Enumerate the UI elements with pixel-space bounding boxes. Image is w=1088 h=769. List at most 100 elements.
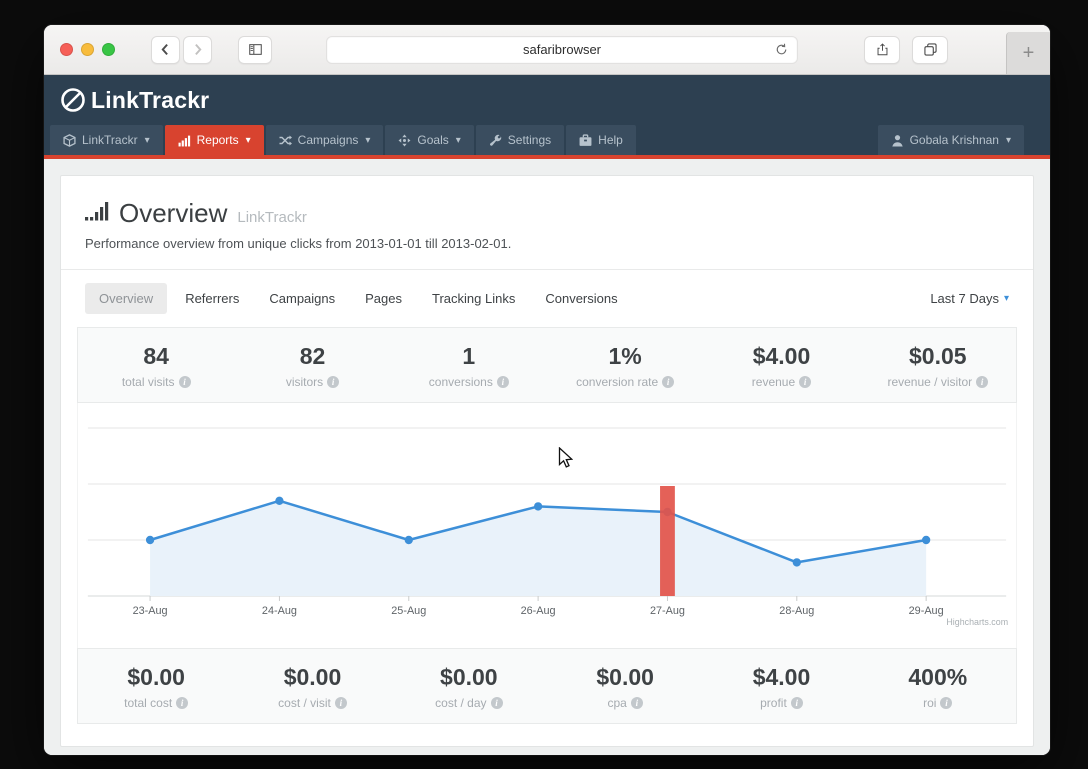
nav-label: LinkTrackr <box>82 133 138 147</box>
stat-value: 400% <box>908 664 968 690</box>
zoom-window-button[interactable] <box>102 43 115 56</box>
user-name: Gobala Krishnan <box>909 133 999 147</box>
info-icon[interactable]: i <box>940 697 953 709</box>
forward-button[interactable] <box>183 35 212 64</box>
report-tabs: Overview Referrers Campaigns Pages Track… <box>61 270 1033 327</box>
stat-value: $0.00 <box>596 664 654 690</box>
stat-value: $0.00 <box>283 664 342 690</box>
info-icon[interactable]: i <box>327 376 340 388</box>
linktrackr-logo[interactable]: LinkTrackr <box>60 87 209 114</box>
chart-point[interactable] <box>145 535 155 545</box>
wrench-icon <box>489 134 501 146</box>
date-range-selector[interactable]: Last 7 Days ▾ <box>930 291 1009 306</box>
tab-conversions[interactable]: Conversions <box>545 291 617 306</box>
area-fill <box>150 500 927 596</box>
x-axis-label: 23-Aug <box>133 605 168 617</box>
mouse-cursor <box>559 447 574 468</box>
nav-item-help[interactable]: Help <box>566 125 636 155</box>
stat-label: conversion rate <box>576 375 659 389</box>
info-icon[interactable]: i <box>490 697 503 709</box>
nav-item-reports[interactable]: Reports ▾ <box>164 125 264 155</box>
nav-item-goals[interactable]: Goals ▾ <box>385 125 474 155</box>
brand-name: LinkTrackr <box>91 86 210 113</box>
info-icon[interactable]: i <box>334 697 347 709</box>
stat-label: cost / day <box>435 696 487 710</box>
chart-point[interactable] <box>404 535 413 545</box>
share-button[interactable] <box>864 35 900 64</box>
stat-roi: 400% roi i <box>860 649 1016 723</box>
stat-label: revenue <box>751 375 796 389</box>
nav-item-campaigns[interactable]: Campaigns ▾ <box>265 125 384 155</box>
chevron-left-icon <box>161 43 168 56</box>
app-header: LinkTrackr <box>44 75 1050 125</box>
stat-profit: $4.00 profit i <box>703 649 859 723</box>
nav-label: Settings <box>507 133 552 147</box>
stat-value: $4.00 <box>752 343 811 369</box>
x-axis-label: 27-Aug <box>650 605 685 617</box>
minimize-window-button[interactable] <box>81 43 94 56</box>
tab-campaigns[interactable]: Campaigns <box>269 291 335 306</box>
info-icon[interactable]: i <box>976 376 989 388</box>
stat-visitors: 82 visitors i <box>234 328 390 402</box>
info-icon[interactable]: i <box>662 376 675 388</box>
stat-cost-per-day: $0.00 cost / day i <box>391 649 547 723</box>
x-axis-label: 26-Aug <box>521 605 556 617</box>
overview-chart[interactable]: 23-Aug 24-Aug 25-Aug 26-Aug 27-Aug 28-Aug 29-A… <box>77 403 1017 648</box>
stat-revenue: $4.00 revenue i <box>703 328 859 402</box>
stat-total-cost: $0.00 total cost i <box>78 649 234 723</box>
show-tabs-button[interactable] <box>912 35 948 64</box>
date-range-label: Last 7 Days <box>930 291 999 306</box>
info-icon[interactable]: i <box>176 697 189 709</box>
tab-tracking-links[interactable]: Tracking Links <box>432 291 515 306</box>
nav-label: Reports <box>196 133 239 147</box>
nav-label: Goals <box>417 133 449 147</box>
new-tab-button[interactable]: + <box>1006 32 1050 74</box>
caret-down-icon: ▾ <box>455 134 461 146</box>
tab-referrers[interactable]: Referrers <box>185 291 239 306</box>
info-icon[interactable]: i <box>496 376 509 388</box>
back-button[interactable] <box>151 35 180 64</box>
address-bar[interactable]: safaribrowser <box>326 35 798 64</box>
chart-point[interactable] <box>533 502 543 511</box>
stat-total-visits: 84 total visits i <box>78 328 234 402</box>
info-icon[interactable]: i <box>790 697 803 709</box>
conversion-bar[interactable] <box>660 486 675 596</box>
chart-point[interactable] <box>792 558 801 567</box>
close-window-button[interactable] <box>60 43 73 56</box>
page-content: Overview LinkTrackr Performance overview… <box>44 159 1050 755</box>
shuffle-icon <box>279 135 292 145</box>
sidebar-toggle-button[interactable] <box>238 35 272 64</box>
stat-label: revenue / visitor <box>887 375 973 389</box>
signal-bars-icon <box>85 202 109 221</box>
tab-overview[interactable]: Overview <box>85 283 168 314</box>
page-title-suffix: LinkTrackr <box>237 209 307 226</box>
plus-icon: + <box>1022 41 1035 64</box>
x-axis-label: 29-Aug <box>909 605 944 617</box>
info-icon[interactable]: i <box>630 697 643 709</box>
stat-value: 84 <box>143 343 169 369</box>
chevron-right-icon <box>195 43 202 56</box>
caret-down-icon: ▾ <box>365 134 371 146</box>
user-menu[interactable]: Gobala Krishnan ▾ <box>877 125 1024 155</box>
caret-down-icon: ▾ <box>144 134 150 146</box>
chart-point[interactable] <box>275 496 284 505</box>
share-icon <box>877 43 887 56</box>
info-icon[interactable]: i <box>178 376 191 388</box>
stat-value: $0.00 <box>440 664 498 690</box>
window-controls <box>60 43 115 56</box>
info-icon[interactable]: i <box>799 376 812 388</box>
bar-chart-icon <box>178 135 190 146</box>
tab-pages[interactable]: Pages <box>365 291 402 306</box>
stat-label: total visits <box>121 375 175 389</box>
chart-canvas[interactable]: 23-Aug 24-Aug 25-Aug 26-Aug 27-Aug 28-Aug 29-A… <box>78 403 1016 648</box>
sidebar-icon <box>248 44 262 55</box>
nav-item-linktrackr[interactable]: LinkTrackr ▾ <box>50 125 163 155</box>
chart-point[interactable] <box>922 535 931 545</box>
stat-conversion-rate: 1% conversion rate i <box>547 328 703 402</box>
reload-button[interactable] <box>775 43 788 56</box>
stat-label: cost / visit <box>278 696 331 710</box>
browser-window: safaribrowser + LinkTrackr LinkTrackr ▾ … <box>44 25 1050 755</box>
stat-revenue-per-visitor: $0.05 revenue / visitor i <box>860 328 1016 402</box>
highcharts-credits[interactable]: Highcharts.com <box>946 617 1008 627</box>
nav-item-settings[interactable]: Settings <box>475 125 565 155</box>
